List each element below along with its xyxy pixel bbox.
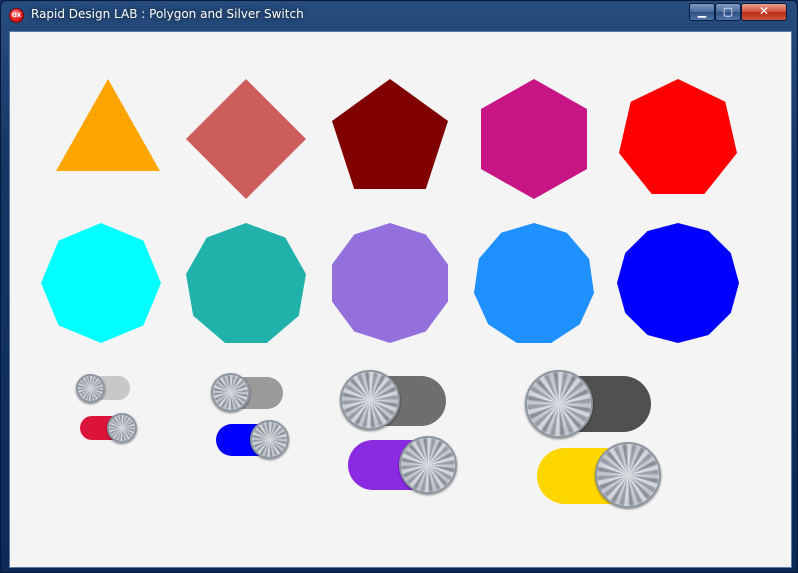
- client-area: [9, 31, 792, 568]
- square-shape: [186, 79, 306, 199]
- toggle-switch[interactable]: [348, 434, 460, 496]
- polygon-fill: [481, 79, 587, 199]
- toggle-switch[interactable]: [340, 370, 450, 432]
- dodecagon-shape: [617, 223, 739, 343]
- switch-knob[interactable]: [76, 374, 105, 403]
- polygon-fill: [186, 223, 306, 343]
- toggle-switch[interactable]: [525, 370, 655, 438]
- app-logo-icon[interactable]: OX: [9, 8, 24, 23]
- decagon-shape: [332, 223, 448, 343]
- toggle-switch[interactable]: [537, 442, 665, 512]
- toggle-switch[interactable]: [80, 412, 138, 444]
- triangle-shape: [56, 79, 160, 171]
- toggle-switch[interactable]: [216, 420, 292, 460]
- polygon-fill: [41, 223, 161, 343]
- switch-knob[interactable]: [525, 370, 593, 438]
- maximize-button[interactable]: ▢: [715, 3, 741, 21]
- toggle-switch[interactable]: [211, 373, 285, 413]
- polygon-fill: [56, 79, 160, 171]
- switch-knob[interactable]: [595, 442, 661, 508]
- switch-knob[interactable]: [211, 373, 250, 412]
- minimize-button[interactable]: ▁: [689, 3, 715, 21]
- polygon-fill: [332, 79, 448, 189]
- close-button[interactable]: ✕: [741, 3, 787, 21]
- polygon-fill: [617, 223, 739, 343]
- toggle-switch[interactable]: [76, 373, 132, 403]
- switch-knob[interactable]: [250, 420, 289, 459]
- polygon-fill: [186, 79, 306, 199]
- switch-knob[interactable]: [340, 370, 400, 430]
- title-bar[interactable]: OX Rapid Design LAB : Polygon and Silver…: [1, 1, 797, 29]
- nonagon-shape: [186, 223, 306, 343]
- hendecagon-shape: [474, 223, 594, 343]
- pentagon-shape: [332, 79, 448, 189]
- heptagon-shape: [619, 79, 737, 194]
- polygon-fill: [332, 223, 448, 343]
- polygon-fill: [619, 79, 737, 194]
- hexagon-shape: [481, 79, 587, 199]
- octagon-shape: [41, 223, 161, 343]
- switch-knob[interactable]: [399, 436, 457, 494]
- window-title: Rapid Design LAB : Polygon and Silver Sw…: [31, 7, 304, 21]
- switch-knob[interactable]: [107, 413, 137, 443]
- app-window: OX Rapid Design LAB : Polygon and Silver…: [0, 0, 798, 573]
- polygon-fill: [474, 223, 594, 343]
